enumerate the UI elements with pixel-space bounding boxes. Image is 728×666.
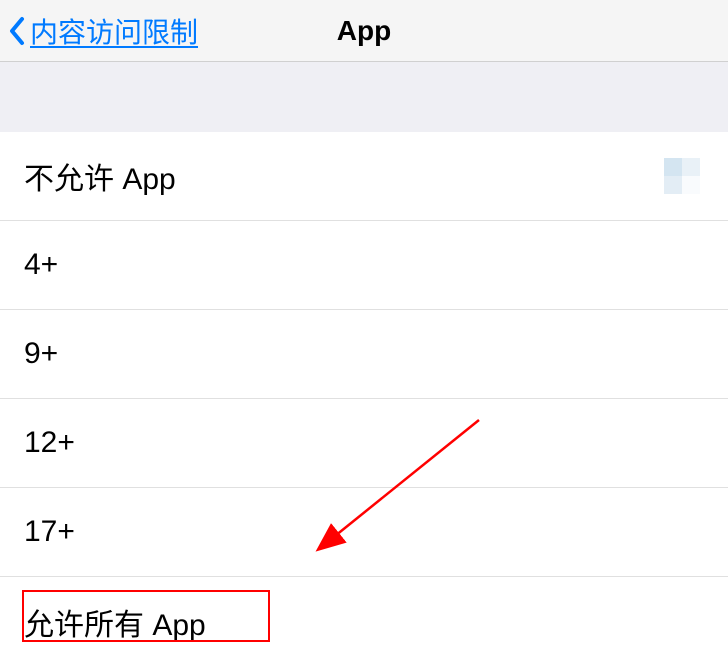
option-label: 不允许 App (24, 154, 176, 198)
options-list: 不允许 App 4+ 9+ 12+ 17+ 允许所有 App (0, 132, 728, 666)
back-chevron-icon (8, 16, 26, 46)
option-9-plus[interactable]: 9+ (0, 310, 728, 399)
back-button[interactable]: 内容访问限制 (0, 11, 198, 51)
option-label: 允许所有 App (24, 600, 206, 644)
page-title: App (337, 15, 391, 47)
option-4-plus[interactable]: 4+ (0, 221, 728, 310)
navigation-bar: 内容访问限制 App (0, 0, 728, 62)
option-17-plus[interactable]: 17+ (0, 488, 728, 577)
option-allow-all-apps[interactable]: 允许所有 App (0, 577, 728, 666)
option-label: 4+ (24, 248, 58, 282)
section-spacer (0, 62, 728, 132)
back-label: 内容访问限制 (30, 11, 198, 51)
watermark-icon (664, 158, 700, 194)
option-label: 9+ (24, 337, 58, 371)
option-disallow-apps[interactable]: 不允许 App (0, 132, 728, 221)
option-label: 12+ (24, 426, 75, 460)
option-label: 17+ (24, 515, 75, 549)
option-12-plus[interactable]: 12+ (0, 399, 728, 488)
